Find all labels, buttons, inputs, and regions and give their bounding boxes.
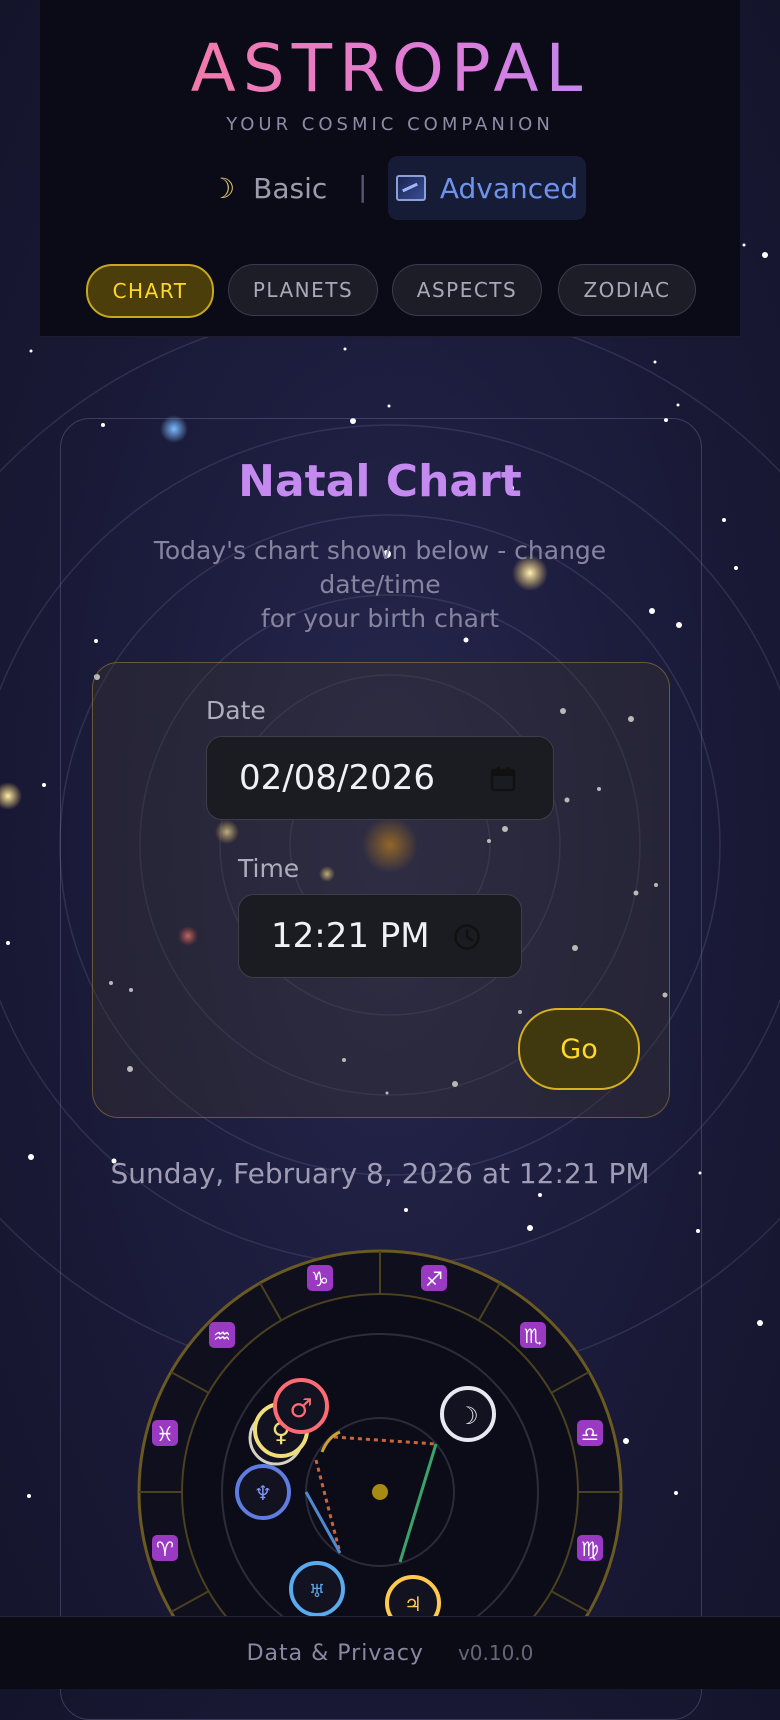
- svg-text:♃: ♃: [404, 1592, 422, 1616]
- svg-text:♐: ♐: [425, 1267, 443, 1291]
- svg-text:♎: ♎: [581, 1422, 599, 1446]
- planet-moon-icon[interactable]: ☽: [440, 1386, 496, 1442]
- svg-text:♆: ♆: [254, 1481, 272, 1505]
- svg-text:♂: ♂: [289, 1394, 312, 1424]
- svg-text:♓: ♓: [156, 1422, 174, 1446]
- planet-neptune-icon[interactable]: ♆: [235, 1464, 291, 1520]
- zodiac-capricorn-icon: ♑: [307, 1265, 333, 1291]
- svg-text:☽: ☽: [457, 1402, 479, 1430]
- natal-chart-wheel: ♑ ♐ ♏ ♎ ♍ ♒ ♓ ♈ ♀ ♂ ☽ ♆ ♅ ♃: [137, 1249, 623, 1688]
- planet-mars-icon[interactable]: ♂: [273, 1378, 329, 1434]
- zodiac-libra-icon: ♎: [577, 1420, 603, 1446]
- zodiac-aries-icon: ♈: [152, 1535, 178, 1561]
- zodiac-aquarius-icon: ♒: [209, 1322, 235, 1348]
- data-privacy-link[interactable]: Data & Privacy: [247, 1641, 424, 1666]
- zodiac-sagittarius-icon: ♐: [421, 1265, 447, 1291]
- app-footer: Data & Privacy v0.10.0: [0, 1616, 780, 1689]
- svg-text:♏: ♏: [524, 1324, 542, 1348]
- zodiac-scorpio-icon: ♏: [520, 1322, 546, 1348]
- svg-text:♑: ♑: [311, 1267, 329, 1291]
- svg-text:♈: ♈: [156, 1537, 174, 1561]
- zodiac-virgo-icon: ♍: [577, 1535, 603, 1561]
- svg-text:♍: ♍: [581, 1537, 599, 1561]
- chart-center-dot: [372, 1484, 388, 1500]
- svg-text:♅: ♅: [309, 1581, 325, 1602]
- planet-uranus-icon[interactable]: ♅: [289, 1561, 345, 1617]
- zodiac-pisces-icon: ♓: [152, 1420, 178, 1446]
- svg-text:♒: ♒: [213, 1324, 231, 1348]
- version-label: v0.10.0: [457, 1641, 534, 1665]
